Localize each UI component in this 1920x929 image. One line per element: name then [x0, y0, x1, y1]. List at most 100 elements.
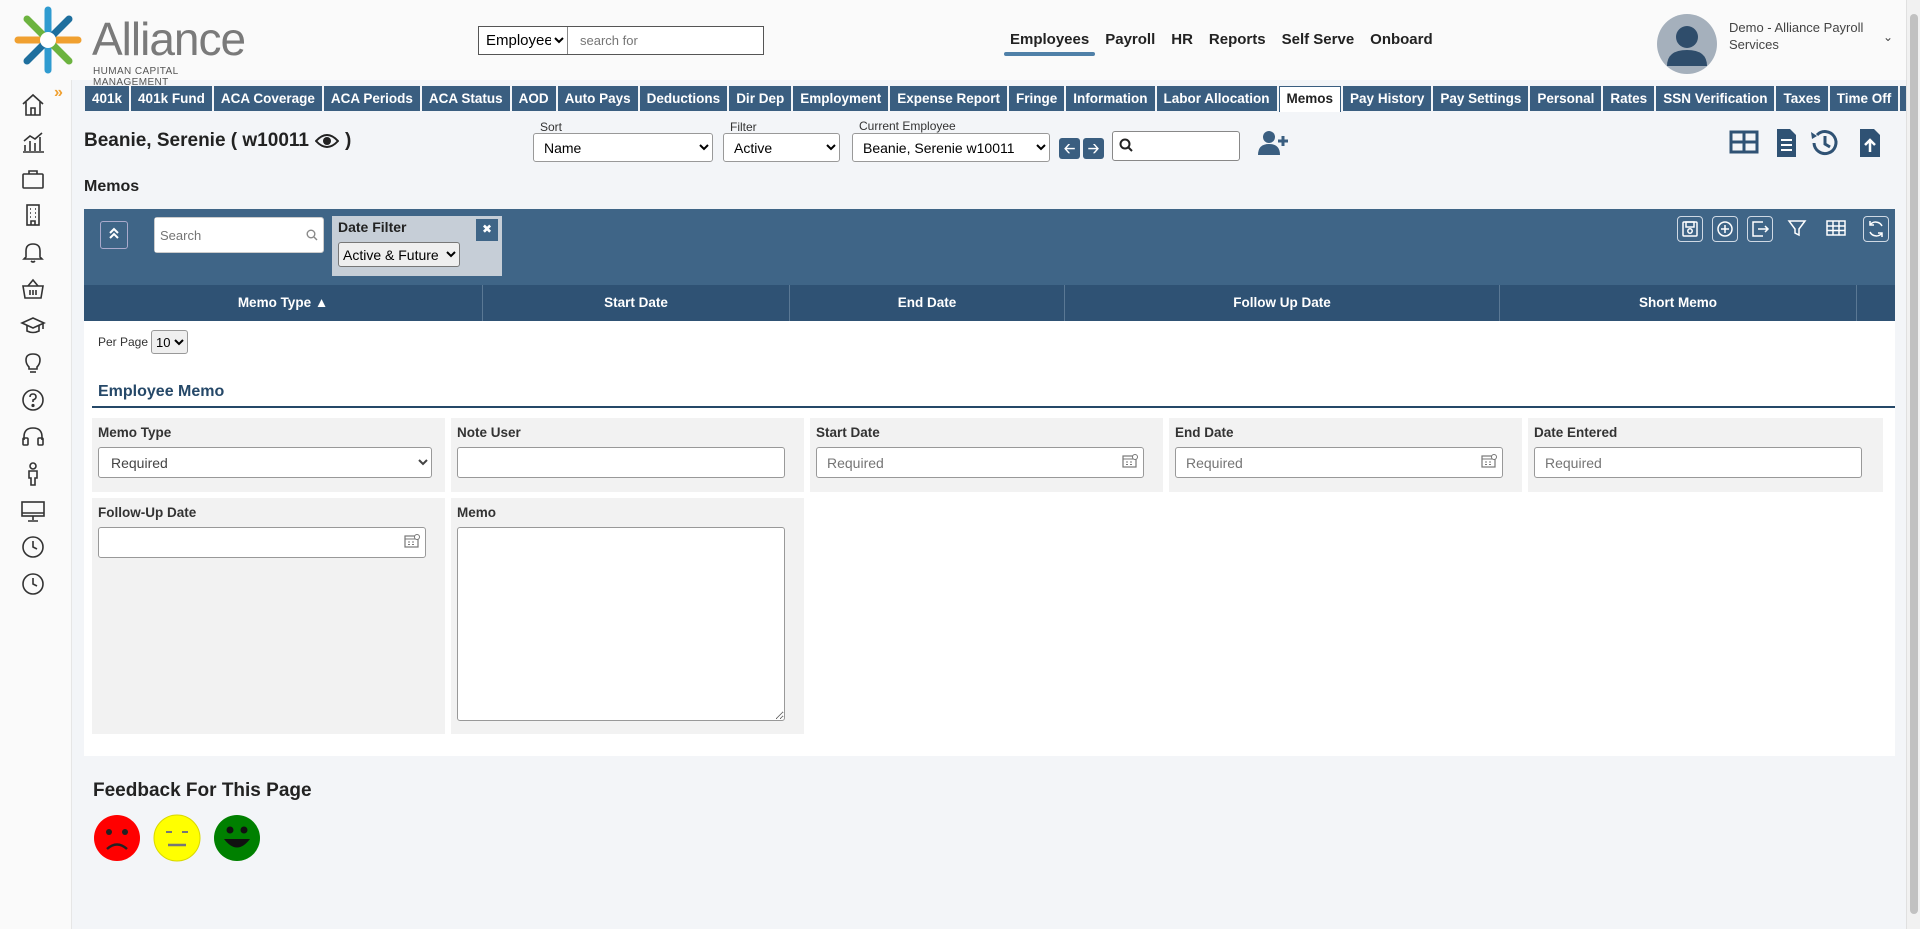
current-employee-label: Current Employee	[859, 119, 956, 133]
analytics-icon[interactable]	[20, 129, 46, 155]
tab-aod[interactable]: AOD	[511, 86, 556, 111]
person-icon[interactable]	[20, 461, 46, 487]
eye-icon[interactable]	[314, 132, 339, 150]
nav-self-serve[interactable]: Self Serve	[1274, 28, 1363, 56]
happy-face-icon[interactable]	[213, 814, 261, 862]
tab-dir-dep[interactable]: Dir Dep	[729, 86, 792, 111]
memo-type-label: Memo Type	[98, 425, 172, 440]
clock-alt-icon[interactable]	[20, 571, 46, 597]
calendar-icon[interactable]	[404, 533, 420, 549]
tab-pay-history[interactable]: Pay History	[1343, 86, 1432, 111]
tab-personal[interactable]: Personal	[1530, 86, 1602, 111]
filter-icon[interactable]	[1785, 216, 1811, 242]
sort-label: Sort	[540, 120, 563, 134]
tab-aca-status[interactable]: ACA Status	[421, 86, 510, 111]
date-entered-input[interactable]	[1534, 447, 1862, 478]
sad-face-icon[interactable]	[93, 814, 141, 862]
refresh-icon[interactable]	[1863, 216, 1889, 242]
tab-information[interactable]: Information	[1066, 86, 1155, 111]
per-page-label: Per Page	[98, 335, 149, 349]
start-date-input[interactable]	[816, 447, 1144, 478]
column-memo-type[interactable]: Memo Type ▲	[84, 285, 483, 321]
avatar[interactable]	[1657, 14, 1717, 74]
expand-sidebar-icon[interactable]: »	[54, 84, 63, 102]
global-search-input[interactable]	[568, 27, 763, 54]
note-user-input[interactable]	[457, 447, 785, 478]
filter-select[interactable]: Active	[723, 133, 840, 162]
export-icon[interactable]	[1747, 216, 1773, 242]
add-user-icon[interactable]	[1258, 130, 1288, 156]
close-icon[interactable]: ✖	[476, 219, 498, 241]
clock-icon[interactable]	[20, 534, 46, 560]
document-icon[interactable]	[1770, 126, 1802, 160]
nav-employees[interactable]: Employees	[1002, 28, 1097, 56]
nav-onboard[interactable]: Onboard	[1362, 28, 1441, 56]
column-start-date[interactable]: Start Date	[483, 285, 790, 321]
current-employee-select[interactable]: Beanie, Serenie w10011	[852, 133, 1050, 162]
tab-aca-coverage[interactable]: ACA Coverage	[213, 86, 322, 111]
tab-time-off[interactable]: Time Off	[1829, 86, 1899, 111]
tab-401k-fund[interactable]: 401k Fund	[131, 86, 212, 111]
search-scope-select[interactable]: Employees	[479, 27, 568, 54]
basket-icon[interactable]	[20, 276, 46, 302]
tab-ssn-verification[interactable]: SSN Verification	[1656, 86, 1775, 111]
tab-aca-periods[interactable]: ACA Periods	[323, 86, 420, 111]
neutral-face-icon[interactable]	[153, 814, 201, 862]
collapse-button[interactable]	[100, 221, 128, 249]
top-nav: Employees Payroll HR Reports Self Serve …	[1002, 28, 1441, 56]
page-scrollbar[interactable]	[1906, 0, 1920, 929]
nav-reports[interactable]: Reports	[1201, 28, 1274, 56]
tab-deductions[interactable]: Deductions	[639, 86, 728, 111]
memo-type-select[interactable]: Required	[98, 447, 432, 478]
nav-payroll[interactable]: Payroll	[1097, 28, 1163, 56]
column-follow-up-date[interactable]: Follow Up Date	[1065, 285, 1500, 321]
next-employee-button[interactable]: 🡢	[1083, 138, 1104, 159]
date-filter-select[interactable]: Active & Future	[338, 242, 460, 267]
headset-icon[interactable]	[20, 424, 46, 450]
employee-search-input[interactable]	[1112, 131, 1240, 161]
nav-hr[interactable]: HR	[1163, 28, 1201, 56]
user-menu[interactable]: Demo - Alliance Payroll Services ⌄	[1657, 14, 1897, 74]
home-icon[interactable]	[20, 92, 46, 118]
add-icon[interactable]	[1712, 216, 1738, 242]
calendar-icon[interactable]	[1481, 453, 1497, 469]
grid-view-icon[interactable]	[1728, 126, 1760, 160]
monitor-icon[interactable]	[20, 498, 46, 524]
per-page-select[interactable]: 10	[151, 330, 189, 354]
date-filter: Date Filter ✖ Active & Future	[332, 216, 502, 276]
lightbulb-icon[interactable]	[20, 350, 46, 376]
tab-rates[interactable]: Rates	[1603, 86, 1655, 111]
upload-file-icon[interactable]	[1854, 126, 1886, 160]
building-icon[interactable]	[20, 202, 46, 228]
tab-auto-pays[interactable]: Auto Pays	[557, 86, 638, 111]
chevron-down-icon[interactable]: ⌄	[1883, 30, 1893, 44]
bell-icon[interactable]	[20, 239, 46, 265]
scrollbar-thumb[interactable]	[1910, 14, 1918, 914]
memo-textarea[interactable]	[457, 527, 785, 721]
follow-up-date-label: Follow-Up Date	[98, 505, 197, 520]
history-icon[interactable]	[1808, 126, 1840, 160]
tab-labor-allocation[interactable]: Labor Allocation	[1156, 86, 1277, 111]
end-date-input[interactable]	[1175, 447, 1503, 478]
alliance-logo[interactable]: Alliance HUMAN CAPITAL MANAGEMENT	[10, 2, 255, 88]
briefcase-icon[interactable]	[20, 166, 46, 192]
tab-expense-report[interactable]: Expense Report	[890, 86, 1007, 111]
tab-employment[interactable]: Employment	[793, 86, 889, 111]
graduation-cap-icon[interactable]	[20, 313, 46, 339]
previous-employee-button[interactable]: 🡠	[1059, 138, 1080, 159]
tab-memos[interactable]: Memos	[1278, 86, 1342, 112]
sort-select[interactable]: Name	[533, 133, 713, 162]
tab-taxes[interactable]: Taxes	[1776, 86, 1828, 111]
help-icon[interactable]	[20, 387, 46, 413]
follow-up-date-input[interactable]	[98, 527, 426, 558]
tab-fringe[interactable]: Fringe	[1009, 86, 1065, 111]
column-end-date[interactable]: End Date	[790, 285, 1065, 321]
search-icon[interactable]	[306, 229, 318, 241]
calendar-icon[interactable]	[1122, 453, 1138, 469]
tab-pay-settings[interactable]: Pay Settings	[1433, 86, 1529, 111]
grid-search-input[interactable]	[155, 218, 295, 252]
tab-401k[interactable]: 401k	[85, 86, 130, 111]
columns-icon[interactable]	[1824, 216, 1850, 242]
save-icon[interactable]	[1677, 216, 1703, 242]
column-short-memo[interactable]: Short Memo	[1500, 285, 1857, 321]
